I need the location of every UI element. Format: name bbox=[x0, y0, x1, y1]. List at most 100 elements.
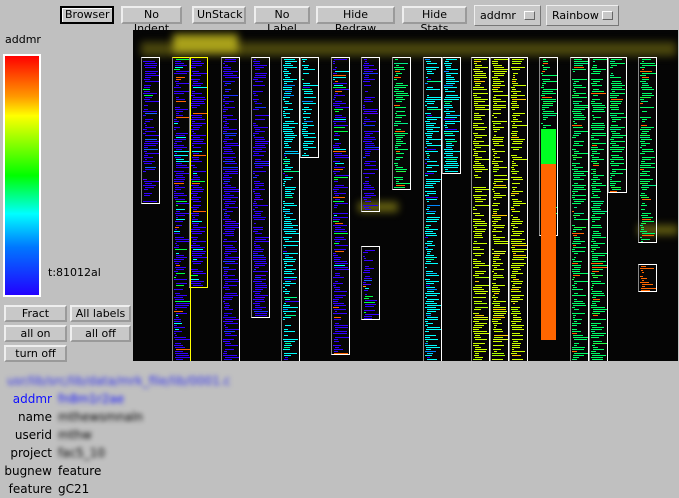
file-column[interactable] bbox=[442, 57, 461, 174]
code-line bbox=[335, 327, 348, 328]
hide-redraw-button[interactable]: Hide Redraw bbox=[316, 6, 395, 35]
file-column[interactable] bbox=[141, 57, 160, 204]
code-line bbox=[285, 121, 294, 122]
code-line bbox=[592, 151, 597, 152]
code-line bbox=[303, 143, 313, 144]
code-line bbox=[363, 205, 378, 206]
code-line bbox=[223, 241, 237, 242]
code-line bbox=[145, 81, 159, 82]
code-line bbox=[494, 117, 497, 118]
file-column[interactable] bbox=[608, 57, 627, 193]
code-line bbox=[284, 117, 290, 118]
code-line bbox=[175, 227, 179, 228]
file-column[interactable] bbox=[638, 264, 657, 292]
code-line bbox=[572, 251, 585, 252]
file-column[interactable] bbox=[331, 57, 350, 355]
code-line bbox=[512, 187, 517, 188]
code-line bbox=[425, 151, 438, 152]
code-line bbox=[176, 317, 179, 318]
file-column[interactable] bbox=[509, 57, 528, 361]
code-line bbox=[511, 223, 522, 224]
code-line bbox=[592, 99, 600, 100]
code-line bbox=[427, 107, 438, 108]
file-column[interactable] bbox=[490, 57, 509, 361]
code-line bbox=[143, 133, 146, 134]
all-off-button[interactable]: all off bbox=[70, 325, 131, 342]
code-line bbox=[574, 133, 581, 134]
code-line bbox=[641, 288, 656, 289]
code-line bbox=[593, 177, 598, 178]
code-line bbox=[425, 227, 429, 228]
code-line bbox=[193, 81, 198, 82]
attribute-menu[interactable]: addmr bbox=[474, 5, 541, 26]
code-line bbox=[363, 109, 378, 110]
file-column[interactable] bbox=[189, 57, 208, 288]
code-line bbox=[224, 269, 236, 270]
code-line bbox=[494, 255, 500, 256]
code-line bbox=[223, 339, 234, 340]
unstack-button[interactable]: UnStack bbox=[192, 6, 246, 24]
code-line bbox=[284, 347, 290, 348]
turn-off-button[interactable]: turn off bbox=[4, 345, 67, 362]
code-line bbox=[225, 123, 229, 124]
fract-button[interactable]: Fract bbox=[4, 305, 67, 322]
code-line bbox=[474, 105, 489, 106]
code-line bbox=[543, 125, 551, 126]
code-line bbox=[396, 141, 403, 142]
code-line bbox=[493, 285, 505, 286]
no-indent-button[interactable]: No Indent bbox=[121, 6, 182, 35]
info-key: userid bbox=[14, 428, 52, 442]
file-column[interactable] bbox=[281, 57, 300, 361]
no-label-button[interactable]: No Label bbox=[254, 6, 310, 35]
code-line bbox=[255, 119, 265, 120]
file-column[interactable] bbox=[300, 57, 319, 158]
file-column[interactable] bbox=[251, 57, 270, 318]
code-line bbox=[333, 307, 339, 308]
code-line bbox=[364, 125, 375, 126]
code-line bbox=[335, 133, 338, 134]
code-line bbox=[494, 299, 496, 300]
file-column[interactable] bbox=[361, 246, 380, 320]
code-line bbox=[474, 135, 487, 136]
code-line bbox=[304, 107, 309, 108]
code-line bbox=[223, 63, 225, 64]
code-line bbox=[573, 305, 586, 306]
all-labels-button[interactable]: All labels bbox=[70, 305, 131, 322]
code-line bbox=[492, 319, 501, 320]
code-line bbox=[254, 269, 256, 270]
file-column[interactable] bbox=[423, 57, 442, 361]
code-line bbox=[283, 99, 285, 100]
hide-stats-button[interactable]: Hide Stats bbox=[402, 6, 467, 35]
code-line bbox=[303, 103, 316, 104]
code-line bbox=[574, 213, 584, 214]
file-column[interactable] bbox=[589, 57, 608, 361]
file-column[interactable] bbox=[361, 57, 380, 212]
file-column[interactable] bbox=[570, 57, 589, 361]
code-line bbox=[174, 127, 180, 128]
code-line bbox=[365, 75, 369, 76]
all-on-button[interactable]: all on bbox=[4, 325, 67, 342]
code-line bbox=[493, 183, 496, 184]
browser-button[interactable]: Browser bbox=[60, 6, 114, 24]
code-line bbox=[364, 302, 375, 303]
code-line bbox=[225, 135, 236, 136]
code-line bbox=[192, 101, 204, 102]
code-line bbox=[253, 189, 265, 190]
code-line bbox=[364, 71, 373, 72]
code-line bbox=[193, 211, 206, 212]
code-line bbox=[641, 229, 644, 230]
code-line bbox=[364, 139, 376, 140]
code-line bbox=[364, 207, 369, 208]
code-line bbox=[445, 103, 450, 104]
code-line bbox=[427, 241, 433, 242]
file-column[interactable] bbox=[471, 57, 490, 361]
file-column[interactable] bbox=[392, 57, 411, 190]
file-column[interactable] bbox=[638, 57, 657, 243]
colormap-menu[interactable]: Rainbow bbox=[546, 5, 619, 26]
code-line bbox=[641, 209, 645, 210]
code-line bbox=[512, 81, 516, 82]
code-line bbox=[492, 249, 494, 250]
file-column[interactable] bbox=[221, 57, 240, 361]
code-line bbox=[364, 119, 370, 120]
file-visualization-canvas[interactable] bbox=[133, 30, 678, 361]
